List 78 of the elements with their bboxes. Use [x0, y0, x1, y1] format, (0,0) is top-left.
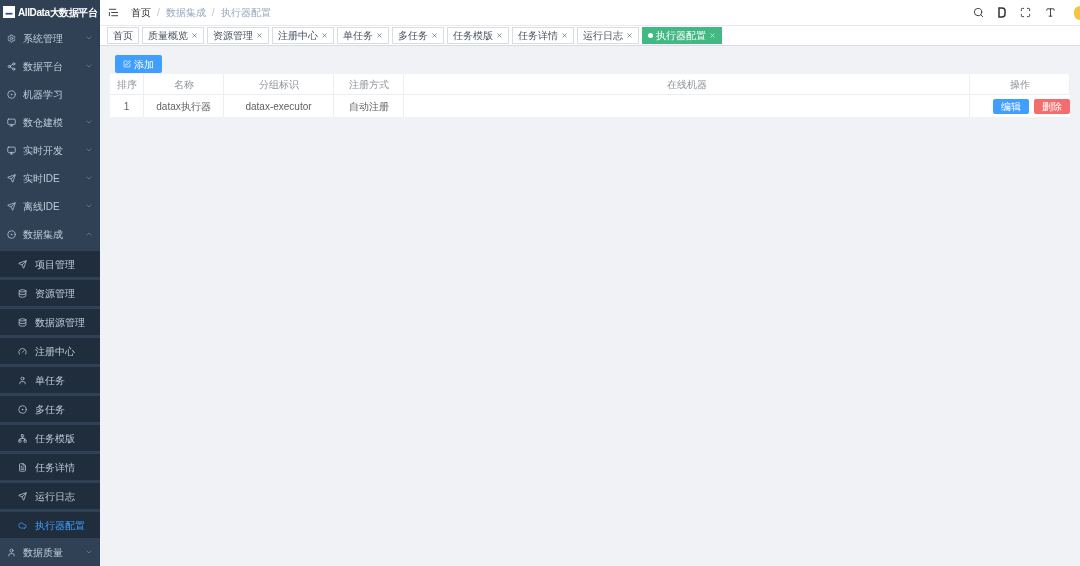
table-cell-text: datax执行器	[156, 99, 211, 114]
column-header: 名称	[173, 77, 194, 92]
sidebar-item[interactable]: 实时开发	[0, 136, 100, 164]
user-icon	[18, 375, 27, 385]
table-cell-text: datax-executor	[245, 99, 312, 114]
sidebar-item[interactable]: 系统管理	[0, 24, 100, 52]
font-size-icon[interactable]	[1045, 7, 1056, 18]
sidebar-subitem[interactable]: 执行器配置	[0, 512, 100, 538]
sidebar-subitem[interactable]: 项目管理	[0, 251, 100, 277]
close-icon[interactable]	[256, 32, 263, 39]
sidebar-item[interactable]: 数仓建模	[0, 108, 100, 136]
sidebar-item[interactable]: 实时IDE	[0, 164, 100, 192]
sidebar-item[interactable]: 数据集成	[0, 220, 100, 248]
sidebar-subitem[interactable]: 单任务	[0, 367, 100, 393]
tab[interactable]: 单任务	[337, 27, 389, 44]
breadcrumb-item[interactable]: 首页	[131, 5, 151, 20]
network-icon	[18, 433, 27, 443]
sidebar-subitem[interactable]: 任务模版	[0, 425, 100, 451]
close-icon[interactable]	[376, 32, 383, 39]
close-icon[interactable]	[191, 32, 198, 39]
tab[interactable]: 资源管理	[207, 27, 269, 44]
monitor-icon	[7, 145, 16, 155]
sidebar-subitem[interactable]: 运行日志	[0, 483, 100, 509]
sidebar-item[interactable]: 数据平台	[0, 52, 100, 80]
sidebar-subitem[interactable]: 多任务	[0, 396, 100, 422]
gauge-icon	[18, 346, 27, 356]
share-icon	[7, 61, 16, 71]
sidebar-item[interactable]: 离线IDE	[0, 192, 100, 220]
close-icon[interactable]	[496, 32, 503, 39]
column-header: 分组标识	[258, 77, 299, 92]
column-header: 注册方式	[348, 77, 389, 92]
logo-icon	[3, 6, 15, 18]
tab[interactable]: 多任务	[392, 27, 444, 44]
cloud-icon	[18, 520, 27, 530]
tab[interactable]: 质量概览	[142, 27, 204, 44]
sidebar-item[interactable]: 数据质量	[0, 538, 100, 566]
database-icon	[18, 317, 27, 327]
edit-icon	[123, 60, 131, 68]
tab[interactable]: 任务模版	[447, 27, 509, 44]
search-icon[interactable]	[973, 7, 984, 18]
menu-icon[interactable]	[108, 7, 119, 18]
document-icon	[18, 462, 27, 472]
tab[interactable]: 首页	[107, 27, 139, 44]
gear-icon	[7, 33, 16, 43]
sidebar-item[interactable]: 机器学习	[0, 80, 100, 108]
column-header: 操作	[1009, 77, 1030, 92]
paper-plane-icon	[18, 259, 27, 269]
close-icon[interactable]	[626, 32, 633, 39]
circle-icon	[7, 229, 16, 239]
sidebar-subitem[interactable]: 任务详情	[0, 454, 100, 480]
monitor-icon	[7, 117, 16, 127]
breadcrumb-separator: /	[211, 6, 215, 20]
database-icon	[18, 288, 27, 298]
paper-plane-icon	[18, 491, 27, 501]
table-cell-text: 1	[123, 99, 130, 114]
column-header: 排序	[116, 77, 137, 92]
sidebar-subitem[interactable]: 资源管理	[0, 280, 100, 306]
circle-icon	[18, 404, 27, 414]
paper-plane-icon	[7, 201, 16, 211]
column-header: 在线机器	[666, 77, 707, 92]
close-icon[interactable]	[561, 32, 568, 39]
avatar-icon[interactable]	[1074, 5, 1080, 20]
table-cell-text: 自动注册	[348, 99, 389, 114]
sidebar-subitem[interactable]: 注册中心	[0, 338, 100, 364]
circle-icon	[7, 89, 16, 99]
sidebar-subitem[interactable]: 数据源管理	[0, 309, 100, 335]
fullscreen-icon[interactable]	[1020, 7, 1031, 18]
paper-plane-icon	[7, 173, 16, 183]
tab[interactable]: 任务详情	[512, 27, 574, 44]
d-letter-icon[interactable]	[998, 7, 1006, 18]
breadcrumb-separator: /	[157, 6, 160, 20]
logo-title: AllData大数据平台	[18, 5, 98, 20]
close-icon[interactable]	[431, 32, 438, 39]
breadcrumb-item: 执行器配置	[220, 6, 271, 20]
tab[interactable]: 注册中心	[272, 27, 334, 44]
tab[interactable]: 运行日志	[577, 27, 639, 44]
user-icon	[7, 547, 16, 557]
close-icon[interactable]	[321, 32, 328, 39]
